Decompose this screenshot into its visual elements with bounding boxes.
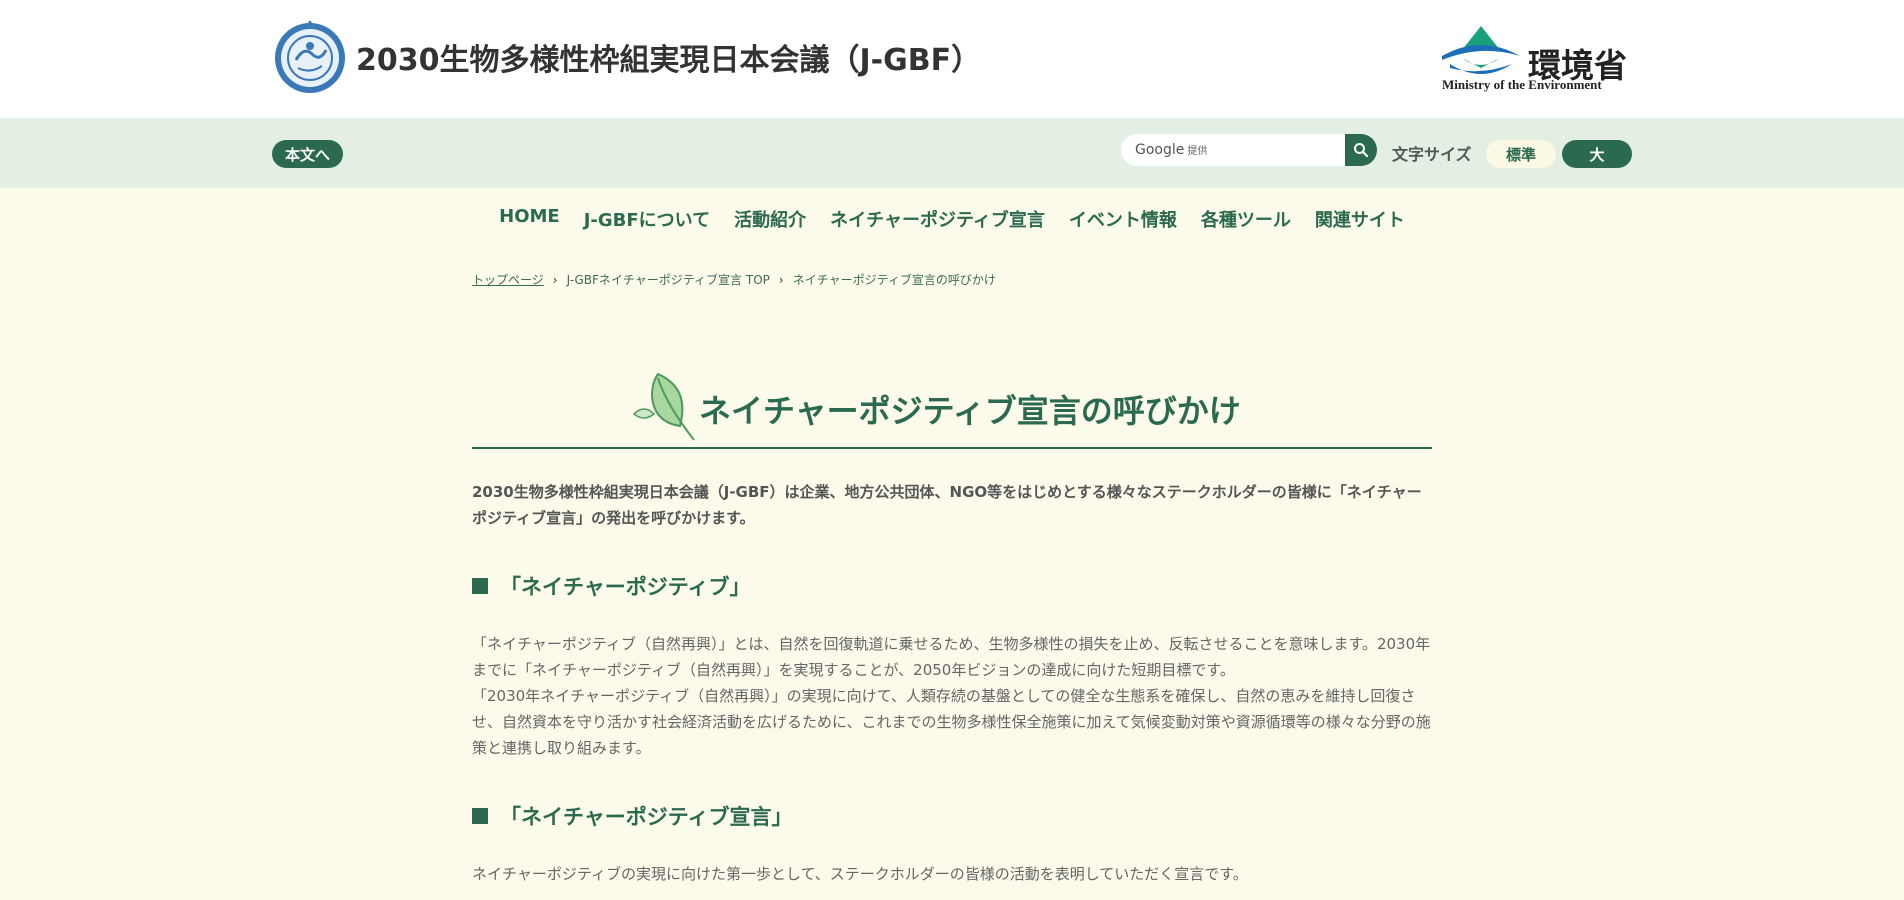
breadcrumb-current: ネイチャーポジティブ宣言の呼びかけ [792,273,996,287]
square-bullet-icon [472,578,488,594]
font-size-large-button[interactable]: 大 [1562,140,1632,168]
google-brand-label: Google [1135,142,1185,158]
site-logo[interactable]: 2030生物多様性枠組実現日本会議（J-GBF） [272,18,981,96]
font-size-label: 文字サイズ [1392,145,1472,164]
section-heading-declaration: 「ネイチャーポジティブ宣言」 [472,801,1432,831]
section-heading-label: 「ネイチャーポジティブ宣言」 [500,805,793,829]
section-heading-label: 「ネイチャーポジティブ」 [500,575,751,599]
skip-to-content-button[interactable]: 本文へ [272,140,343,168]
utility-bar: 本文へ Google 提供 文字サイズ 標準 大 [0,118,1904,188]
square-bullet-icon [472,808,488,824]
page-title: ネイチャーポジティブ宣言の呼びかけ [699,392,1241,430]
ministry-mark-icon [1442,26,1520,74]
paragraph: ネイチャーポジティブの実現に向けた第一歩として、ステークホルダーの皆様の活動を表… [472,865,1248,883]
section-heading-nature-positive: 「ネイチャーポジティブ」 [472,571,1432,601]
search-placeholder: Google 提供 [1135,142,1207,158]
breadcrumb: トップページ › J-GBFネイチャーポジティブ宣言 TOP › ネイチャーポジ… [472,271,996,288]
nav-item-tools[interactable]: 各種ツール [1189,206,1303,232]
nav-item-events[interactable]: イベント情報 [1057,206,1189,232]
breadcrumb-home-link[interactable]: トップページ [472,271,544,288]
search-icon [1354,143,1369,158]
page-heading: ネイチャーポジティブ宣言の呼びかけ [472,362,1432,449]
ministry-logo[interactable]: 環境省 Ministry of the Environment [1440,24,1634,94]
site-title: 2030生物多様性枠組実現日本会議（J-GBF） [356,43,982,78]
breadcrumb-declaration-top-link[interactable]: J-GBFネイチャーポジティブ宣言 TOP [567,271,770,288]
ministry-name-en: Ministry of the Environment [1442,77,1602,92]
nav-item-about[interactable]: J-GBFについて [572,206,722,232]
nav-item-links[interactable]: 関連サイト [1303,206,1417,232]
paragraph: 「ネイチャーポジティブ（自然再興）」とは、自然を回復軌道に乗せるため、生物多様性… [472,635,1431,679]
jgbf-seal-icon [275,20,345,93]
site-header: 2030生物多様性枠組実現日本会議（J-GBF） 環境省 Ministry of… [0,0,1904,118]
chevron-right-icon: › [778,272,784,287]
section-body: ネイチャーポジティブの実現に向けた第一歩として、ステークホルダーの皆様の活動を表… [472,861,1432,887]
search-brand-suffix: 提供 [1187,146,1208,157]
global-nav: HOME J-GBFについて 活動紹介 ネイチャーポジティブ宣言 イベント情報 … [0,206,1904,232]
chevron-right-icon: › [552,272,558,287]
main-content: ネイチャーポジティブ宣言の呼びかけ 2030生物多様性枠組実現日本会議（J-GB… [472,362,1432,887]
nav-item-home[interactable]: HOME [487,206,572,232]
nav-item-activities[interactable]: 活動紹介 [722,206,818,232]
intro-text: 2030生物多様性枠組実現日本会議（J-GBF）は企業、地方公共団体、NGO等を… [472,483,1422,527]
leaf-icon [632,372,695,441]
search-input[interactable]: Google 提供 [1121,134,1345,166]
search-button[interactable] [1345,134,1377,166]
paragraph: 「2030年ネイチャーポジティブ（自然再興）」の実現に向けて、人類存続の基盤とし… [472,687,1431,757]
nav-item-declaration[interactable]: ネイチャーポジティブ宣言 [818,206,1057,232]
font-size-standard-button[interactable]: 標準 [1486,140,1556,168]
section-body: 「ネイチャーポジティブ（自然再興）」とは、自然を回復軌道に乗せるため、生物多様性… [472,631,1432,761]
